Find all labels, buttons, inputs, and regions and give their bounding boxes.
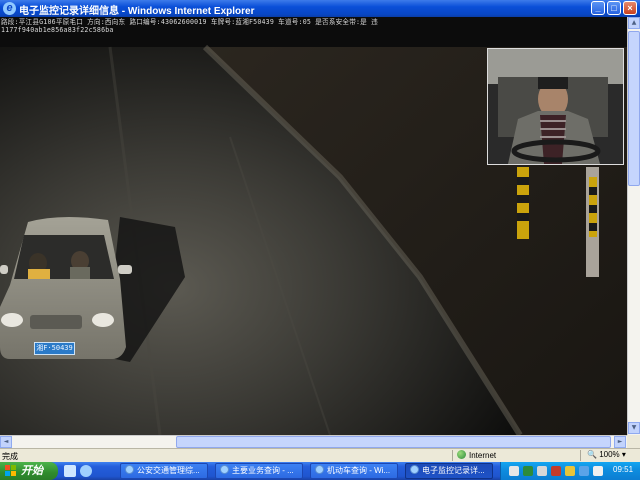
scroll-down-button[interactable]: ▼ <box>628 422 640 434</box>
taskbar-item-label: 机动车查询 - Wi... <box>327 466 391 475</box>
horizontal-scrollbar[interactable]: ◄ ► <box>0 435 627 448</box>
window-title-bar[interactable]: e 电子监控记录详细信息 - Windows Internet Explorer… <box>0 0 640 17</box>
windows-flag-icon <box>5 465 17 477</box>
scroll-right-button[interactable]: ► <box>614 436 626 448</box>
minimize-button[interactable]: _ <box>591 1 605 15</box>
quicklaunch-ie-icon[interactable] <box>80 465 92 477</box>
vertical-scrollbar[interactable]: ▲ ▼ <box>627 17 640 435</box>
status-bar: 完成 Internet 🔍 100% ▾ <box>0 448 640 462</box>
zoom-control[interactable]: 🔍 100% ▾ <box>587 450 626 459</box>
security-zone[interactable]: Internet <box>457 450 496 460</box>
ie-icon <box>125 465 134 474</box>
start-button[interactable]: 开始 <box>0 462 58 480</box>
capture-info-overlay: 路段:平江县G106平原毛口 方向:西向东 路口编号:43062600019 车… <box>1 18 601 34</box>
driver-closeup-photo <box>487 48 624 165</box>
system-tray: 09:51 <box>500 462 640 480</box>
globe-icon <box>457 450 466 459</box>
chevron-down-icon: ▾ <box>621 450 626 459</box>
scroll-up-button[interactable]: ▲ <box>628 17 640 29</box>
clock[interactable]: 09:51 <box>613 465 633 474</box>
ie-icon <box>220 465 229 474</box>
tray-app-icon[interactable] <box>593 466 603 476</box>
horizontal-scroll-thumb[interactable] <box>176 436 611 448</box>
status-divider <box>452 450 453 461</box>
tray-volume-icon[interactable] <box>537 466 547 476</box>
tray-app-icon[interactable] <box>565 466 575 476</box>
zoom-icon: 🔍 <box>587 450 597 459</box>
scrollbar-corner <box>627 435 640 448</box>
vertical-scroll-thumb[interactable] <box>628 31 640 186</box>
tray-app-icon[interactable] <box>579 466 589 476</box>
status-text: 完成 <box>2 452 18 461</box>
license-plate: 湘F·50439 <box>34 342 75 355</box>
maximize-button[interactable]: □ <box>607 1 621 15</box>
zone-label: Internet <box>469 451 497 460</box>
ie-icon: e <box>3 2 16 15</box>
overlay-line-2: 1177f940ab1e856a83f22c586ba <box>1 26 114 34</box>
taskbar-item[interactable]: 主要业务查询 - ... <box>215 463 303 479</box>
tray-security-icon[interactable] <box>523 466 533 476</box>
taskbar-item-active[interactable]: 电子监控记录详... <box>405 463 493 479</box>
quicklaunch-desktop-icon[interactable] <box>64 465 76 477</box>
taskbar: 开始 公安交通管理综... 主要业务查询 - ... 机动车查询 - Wi...… <box>0 462 640 480</box>
zoom-level: 100% <box>599 450 620 459</box>
capture-viewport: 路段:平江县G106平原毛口 方向:西向东 路口编号:43062600019 车… <box>0 17 627 435</box>
taskbar-item-label: 主要业务查询 - ... <box>232 466 294 475</box>
ie-icon <box>315 465 324 474</box>
tray-app-icon[interactable] <box>551 466 561 476</box>
status-divider <box>580 450 581 461</box>
close-button[interactable]: × <box>623 1 637 15</box>
taskbar-item-label: 电子监控记录详... <box>422 466 485 475</box>
ie-icon <box>410 465 419 474</box>
scroll-left-button[interactable]: ◄ <box>0 436 12 448</box>
window-title: 电子监控记录详细信息 - Windows Internet Explorer <box>19 6 255 17</box>
taskbar-item[interactable]: 机动车查询 - Wi... <box>310 463 398 479</box>
taskbar-item-label: 公安交通管理综... <box>137 466 200 475</box>
start-label: 开始 <box>21 465 43 477</box>
overlay-line-1: 路段:平江县G106平原毛口 方向:西向东 路口编号:43062600019 车… <box>1 18 378 26</box>
taskbar-item[interactable]: 公安交通管理综... <box>120 463 208 479</box>
tray-network-icon[interactable] <box>509 466 519 476</box>
